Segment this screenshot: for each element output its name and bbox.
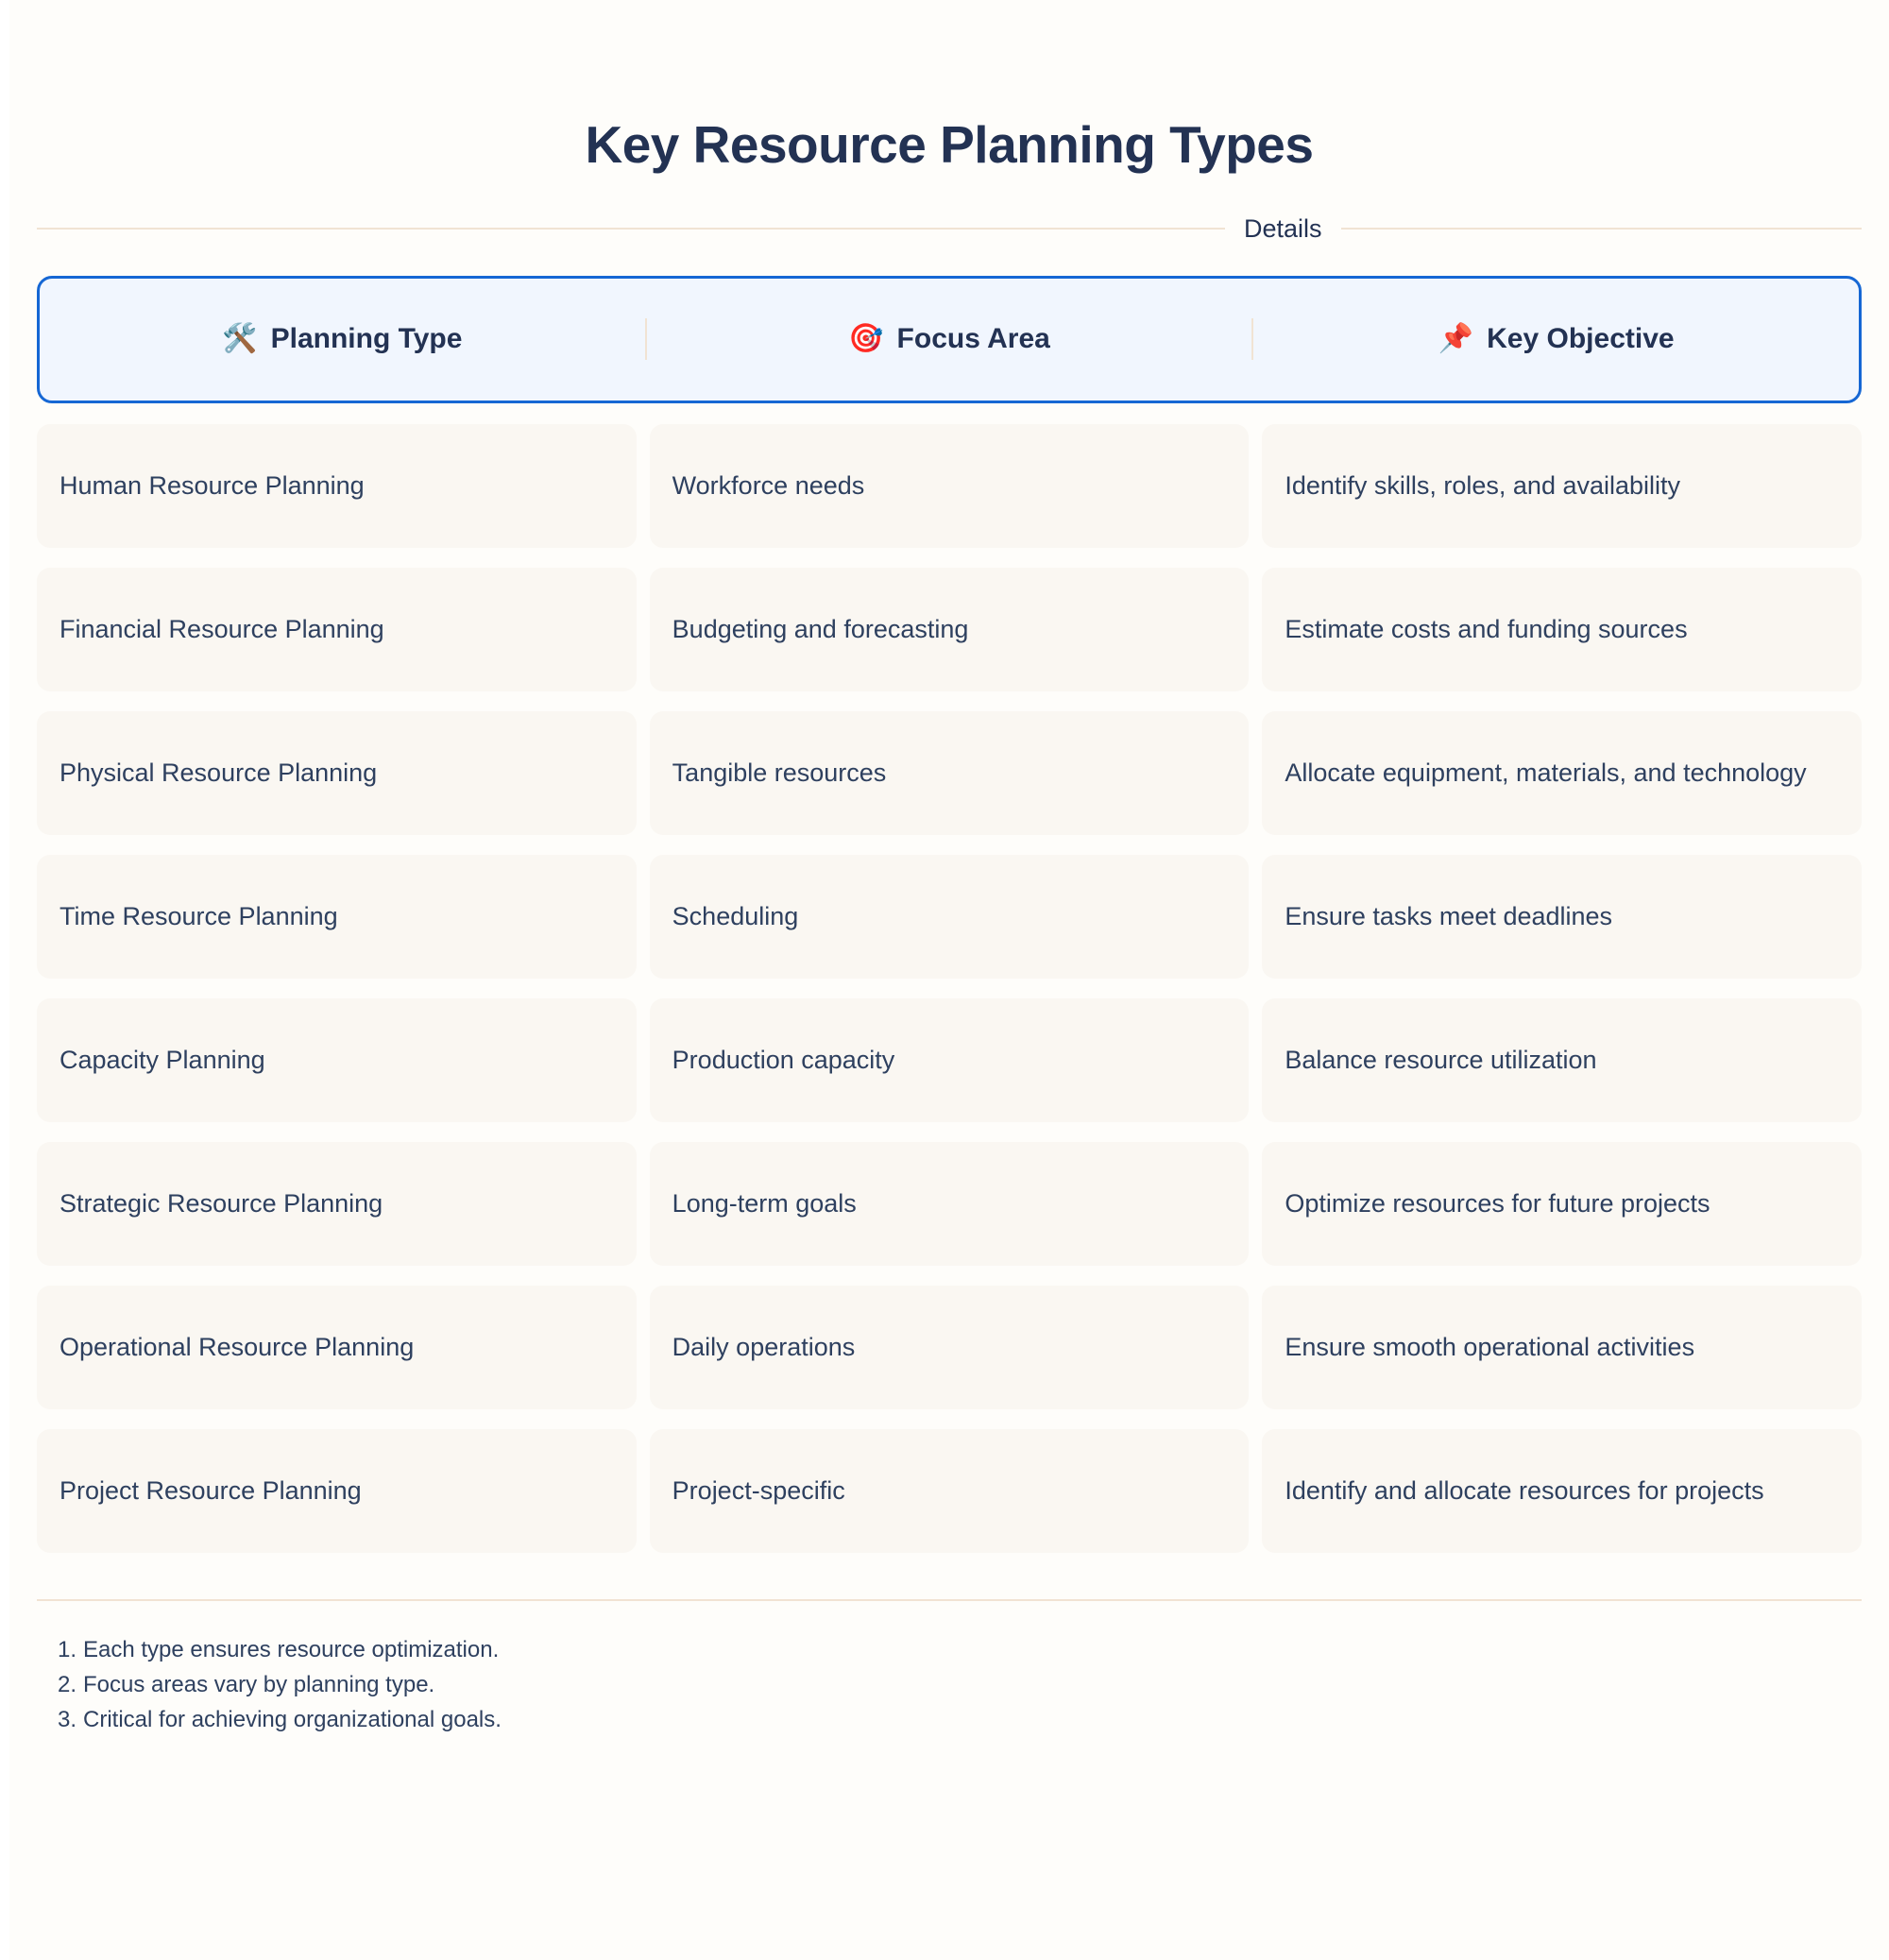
cell-planning-type[interactable]: Capacity Planning [37, 997, 637, 1122]
cell-text: Allocate equipment, materials, and techn… [1285, 758, 1807, 787]
target-icon: 🎯 [848, 323, 884, 354]
cell-focus-area[interactable]: Long-term goals [649, 1141, 1250, 1266]
table-row: Capacity Planning Production capacity Ba… [37, 997, 1863, 1122]
table-header-row: 🛠️ Planning Type 🎯 Focus Area 📌 Key Obje… [37, 275, 1862, 403]
cell-text: Time Resource Planning [60, 901, 338, 930]
cell-text: Strategic Resource Planning [60, 1188, 383, 1218]
column-header-label: Focus Area [896, 323, 1050, 354]
footer-note-number: 2. [58, 1671, 77, 1697]
cell-text: Human Resource Planning [60, 470, 365, 500]
pushpin-icon: 📌 [1438, 323, 1474, 354]
cell-key-objective[interactable]: Estimate costs and funding sources [1262, 567, 1863, 691]
cell-text: Physical Resource Planning [60, 758, 378, 787]
cell-focus-area[interactable]: Daily operations [649, 1285, 1250, 1409]
divider-line-right [1340, 228, 1862, 230]
footer-note-number: 3. [58, 1706, 77, 1732]
table-row: Financial Resource Planning Budgeting an… [37, 567, 1863, 691]
page-container: Key Resource Planning Types Details 🛠️ P… [9, 0, 1889, 1960]
table-row: Physical Resource Planning Tangible reso… [37, 710, 1863, 835]
cell-text: Budgeting and forecasting [672, 614, 969, 643]
footer-note-text: Each type ensures resource optimization. [83, 1636, 500, 1662]
resource-planning-table: 🛠️ Planning Type 🎯 Focus Area 📌 Key Obje… [37, 242, 1863, 1553]
cell-text: Capacity Planning [60, 1045, 265, 1074]
cell-text: Long-term goals [672, 1188, 857, 1218]
cell-planning-type[interactable]: Operational Resource Planning [37, 1285, 637, 1409]
cell-key-objective[interactable]: Ensure tasks meet deadlines [1262, 854, 1863, 979]
cell-text: Estimate costs and funding sources [1285, 614, 1688, 643]
cell-key-objective[interactable]: Balance resource utilization [1262, 997, 1863, 1122]
cell-key-objective[interactable]: Ensure smooth operational activities [1262, 1285, 1863, 1409]
cell-text: Daily operations [672, 1332, 856, 1361]
divider-line-left [37, 228, 1225, 230]
section-divider: Details [37, 174, 1862, 242]
cell-text: Ensure smooth operational activities [1285, 1332, 1695, 1361]
cell-key-objective[interactable]: Identify and allocate resources for proj… [1262, 1428, 1863, 1553]
footer-notes: 1. Each type ensures resource optimizatio… [37, 1601, 1862, 1738]
column-header-planning-type[interactable]: 🛠️ Planning Type [40, 325, 645, 353]
table-body: Human Resource Planning Workforce needs … [37, 403, 1863, 1553]
cell-text: Identify and allocate resources for proj… [1285, 1475, 1764, 1505]
footer-note: 3. Critical for achieving organizational … [58, 1702, 1862, 1737]
cell-text: Production capacity [672, 1045, 895, 1074]
footer-note-number: 1. [58, 1636, 77, 1662]
cell-planning-type[interactable]: Time Resource Planning [37, 854, 637, 979]
cell-key-objective[interactable]: Optimize resources for future projects [1262, 1141, 1863, 1266]
footer-note-text: Critical for achieving organizational go… [83, 1706, 502, 1732]
section-label: Details [1244, 213, 1322, 243]
cell-planning-type[interactable]: Human Resource Planning [37, 423, 637, 548]
table-row: Project Resource Planning Project-specif… [37, 1428, 1863, 1553]
cell-text: Scheduling [672, 901, 799, 930]
cell-text: Project-specific [672, 1475, 845, 1505]
cell-text: Project Resource Planning [60, 1475, 362, 1505]
table-row: Strategic Resource Planning Long-term go… [37, 1141, 1863, 1266]
cell-text: Identify skills, roles, and availability [1285, 470, 1681, 500]
cell-focus-area[interactable]: Tangible resources [649, 710, 1250, 835]
footer-note: 1. Each type ensures resource optimizatio… [58, 1632, 1862, 1667]
cell-key-objective[interactable]: Identify skills, roles, and availability [1262, 423, 1863, 548]
cell-text: Tangible resources [672, 758, 887, 787]
cell-text: Operational Resource Planning [60, 1332, 415, 1361]
cell-text: Financial Resource Planning [60, 614, 384, 643]
cell-focus-area[interactable]: Project-specific [649, 1428, 1250, 1553]
cell-text: Optimize resources for future projects [1285, 1188, 1710, 1218]
table-row: Human Resource Planning Workforce needs … [37, 423, 1863, 548]
cell-planning-type[interactable]: Project Resource Planning [37, 1428, 637, 1553]
column-header-key-objective[interactable]: 📌 Key Objective [1253, 325, 1859, 353]
cell-planning-type[interactable]: Financial Resource Planning [37, 567, 637, 691]
footer: 1. Each type ensures resource optimizatio… [37, 1573, 1862, 1738]
hammer-and-wrench-icon: 🛠️ [222, 323, 258, 354]
cell-text: Workforce needs [672, 470, 865, 500]
page-title: Key Resource Planning Types [585, 115, 1314, 174]
table-row: Time Resource Planning Scheduling Ensure… [37, 854, 1863, 979]
cell-focus-area[interactable]: Production capacity [649, 997, 1250, 1122]
cell-key-objective[interactable]: Allocate equipment, materials, and techn… [1262, 710, 1863, 835]
cell-focus-area[interactable]: Workforce needs [649, 423, 1250, 548]
column-header-label: Key Objective [1487, 323, 1675, 354]
cell-focus-area[interactable]: Budgeting and forecasting [649, 567, 1250, 691]
footer-note-text: Focus areas vary by planning type. [83, 1671, 435, 1697]
footer-note: 2. Focus areas vary by planning type. [58, 1667, 1862, 1702]
column-header-label: Planning Type [270, 323, 463, 354]
cell-text: Balance resource utilization [1285, 1045, 1597, 1074]
table-row: Operational Resource Planning Daily oper… [37, 1285, 1863, 1409]
column-header-focus-area[interactable]: 🎯 Focus Area [647, 325, 1252, 353]
cell-planning-type[interactable]: Physical Resource Planning [37, 710, 637, 835]
cell-planning-type[interactable]: Strategic Resource Planning [37, 1141, 637, 1266]
cell-focus-area[interactable]: Scheduling [649, 854, 1250, 979]
cell-text: Ensure tasks meet deadlines [1285, 901, 1613, 930]
